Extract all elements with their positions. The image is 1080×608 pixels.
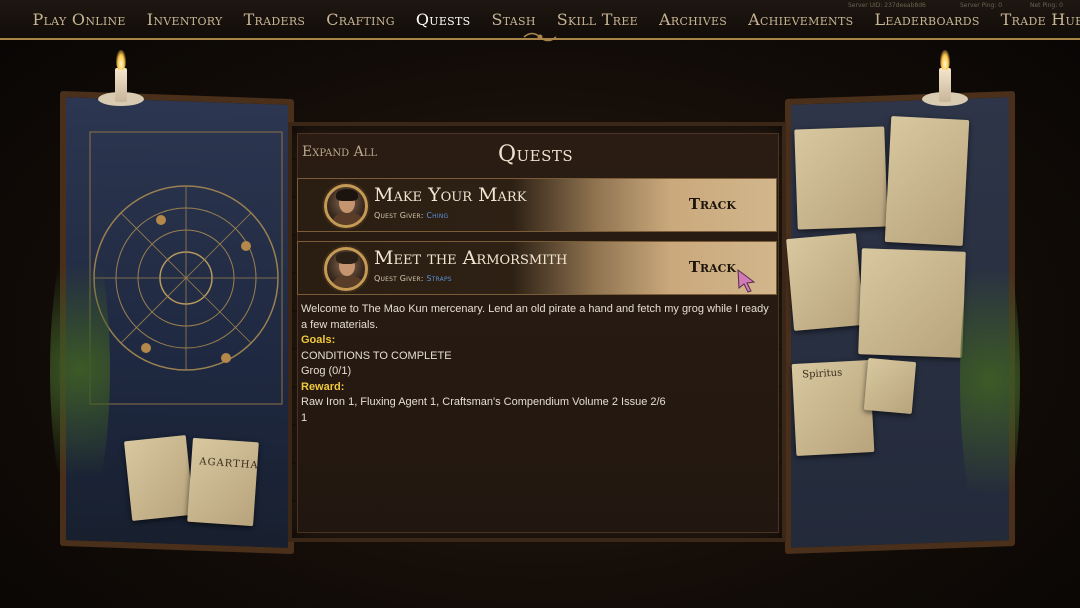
quest-giver-avatar bbox=[324, 247, 368, 291]
nav-inventory[interactable]: Inventory bbox=[147, 10, 223, 29]
left-paper-note bbox=[123, 434, 195, 522]
spiritus-label: Spiritus bbox=[801, 367, 843, 381]
server-uid: Server UID: 237deeab8d6 bbox=[848, 2, 926, 9]
goal-item: Grog (0/1) bbox=[301, 365, 352, 377]
right-paper-small bbox=[863, 358, 917, 414]
right-paper-letter bbox=[794, 126, 888, 230]
reward-items: Raw Iron 1, Fluxing Agent 1, Craftsman's… bbox=[301, 396, 666, 408]
nav-quests[interactable]: Quests bbox=[416, 10, 471, 29]
right-candle bbox=[939, 68, 951, 102]
right-vine bbox=[960, 220, 1020, 540]
server-ping: Server Ping: 0 bbox=[960, 2, 1003, 9]
nav-skill-tree[interactable]: Skill Tree bbox=[557, 10, 638, 29]
reward-extra: 1 bbox=[301, 411, 308, 424]
quest-name: Meet the Armorsmith bbox=[374, 247, 568, 269]
nav-traders[interactable]: Traders bbox=[244, 10, 306, 29]
net-ping: Net Ping: 0 bbox=[1030, 2, 1063, 9]
quest-details: Welcome to The Mao Kun mercenary. Lend a… bbox=[301, 302, 773, 426]
avatar-body bbox=[333, 276, 363, 288]
track-button[interactable]: Track bbox=[689, 195, 736, 213]
goals-label: Goals: bbox=[301, 334, 336, 346]
right-paper-scroll bbox=[786, 233, 864, 331]
mouse-cursor-icon bbox=[737, 268, 756, 293]
quest-giver-label: Quest Giver: bbox=[374, 211, 424, 220]
reward-label: Reward: bbox=[301, 380, 345, 393]
quest-giver-name: Ching bbox=[426, 211, 449, 220]
quest-row[interactable]: Meet the Armorsmith Quest Giver: Straps … bbox=[297, 241, 777, 295]
track-button[interactable]: Track bbox=[689, 258, 736, 276]
expand-all-button[interactable]: Expand All bbox=[302, 144, 377, 160]
quest-giver-name: Straps bbox=[426, 274, 452, 283]
nav-stash[interactable]: Stash bbox=[492, 10, 536, 29]
avatar-body bbox=[333, 213, 363, 225]
conditions-heading: CONDITIONS TO COMPLETE bbox=[301, 349, 452, 362]
right-paper-chart bbox=[858, 248, 966, 358]
page-title: Quests bbox=[498, 142, 574, 167]
quest-giver-line: Quest Giver: Straps bbox=[374, 274, 452, 283]
right-flame-icon bbox=[940, 50, 950, 70]
nav-crafting[interactable]: Crafting bbox=[326, 10, 395, 29]
nav-leaderboards[interactable]: Leaderboards bbox=[874, 10, 979, 29]
quest-giver-line: Quest Giver: Ching bbox=[374, 211, 448, 220]
nav-ornament-icon bbox=[523, 32, 557, 42]
agartha-label: AGARTHA bbox=[198, 456, 259, 472]
left-vine bbox=[50, 220, 110, 520]
nav-play-online[interactable]: Play Online bbox=[33, 10, 126, 29]
right-paper-map bbox=[884, 116, 970, 246]
left-candle bbox=[115, 68, 127, 102]
quest-giver-avatar bbox=[324, 184, 368, 228]
quest-giver-label: Quest Giver: bbox=[374, 274, 424, 283]
astrolabe-map-icon bbox=[89, 131, 283, 405]
quest-description: Welcome to The Mao Kun mercenary. Lend a… bbox=[301, 303, 769, 331]
nav-achievements[interactable]: Achievements bbox=[748, 10, 853, 29]
left-flame-icon bbox=[116, 50, 126, 70]
nav-archives[interactable]: Archives bbox=[659, 10, 727, 29]
nav-trade-hub[interactable]: Trade Hub bbox=[1001, 10, 1080, 29]
quest-name: Make Your Mark bbox=[374, 184, 527, 206]
avatar-hair bbox=[336, 189, 358, 201]
left-paper-agartha: AGARTHA bbox=[187, 437, 259, 527]
quest-row[interactable]: Make Your Mark Quest Giver: Ching Track bbox=[297, 178, 777, 232]
right-paper-spiritus: Spiritus bbox=[791, 360, 875, 456]
avatar-hair bbox=[336, 252, 358, 264]
